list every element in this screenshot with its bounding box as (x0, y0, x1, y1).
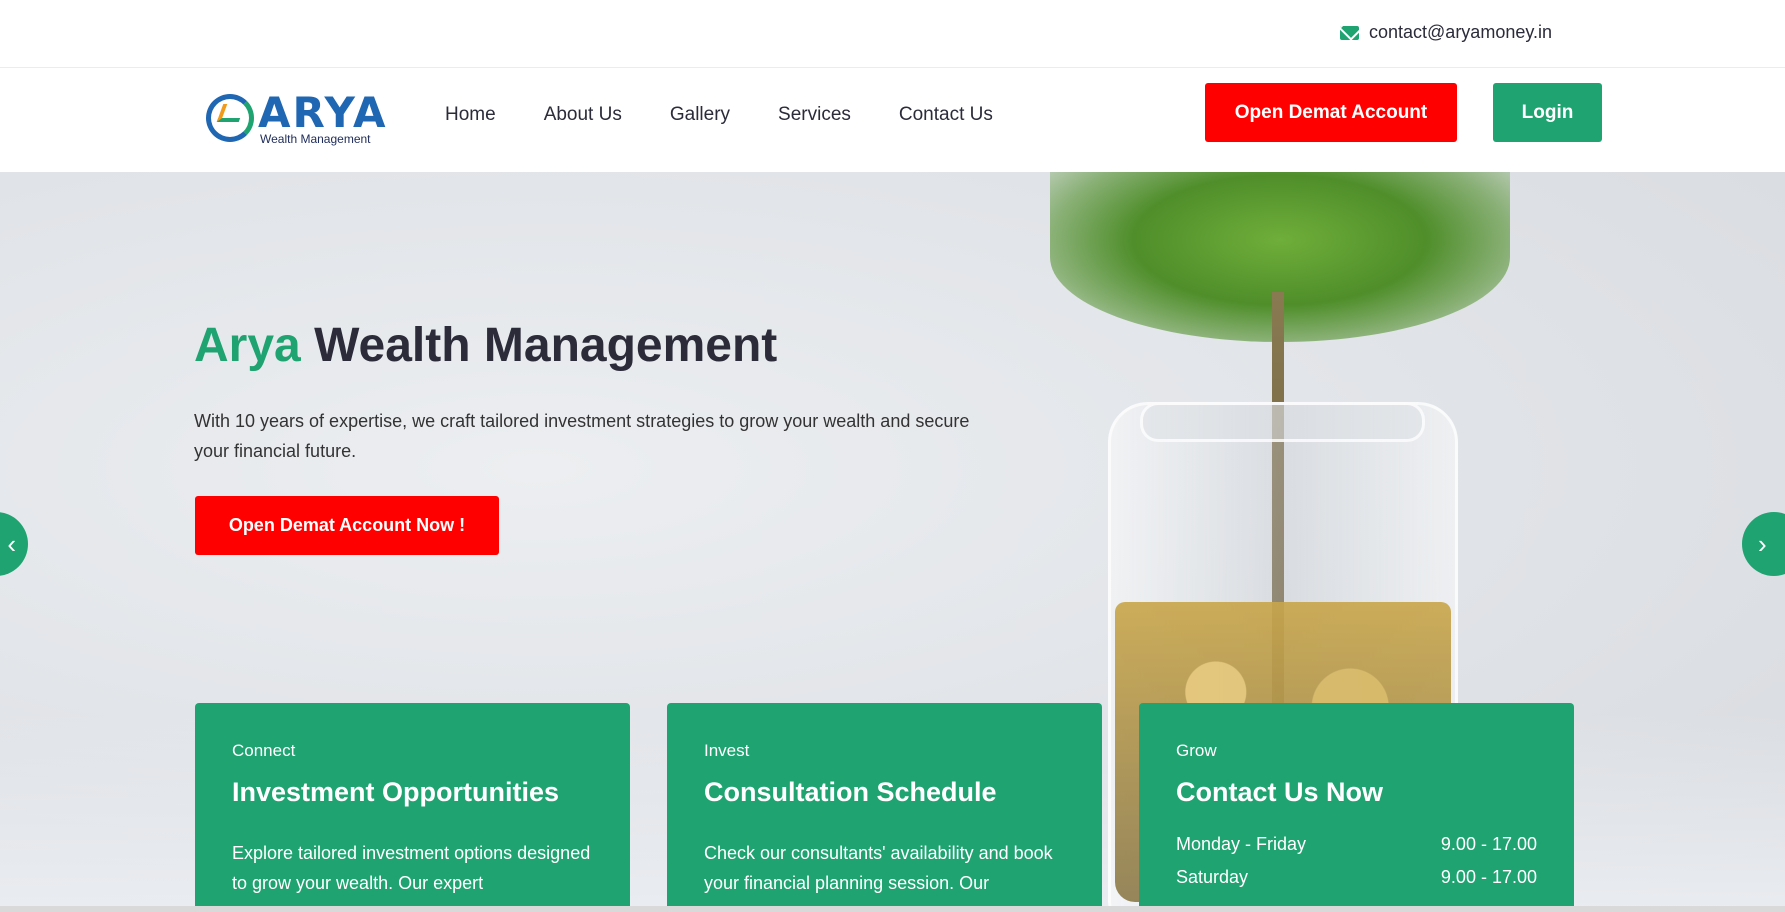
nav-item-about-us[interactable]: About Us (544, 104, 622, 126)
brand-logo[interactable]: ARYA Wealth Management (206, 88, 385, 150)
jar-neck (1140, 402, 1425, 442)
hero-title: Arya Wealth Management (194, 318, 777, 373)
hours-day: Saturday (1176, 867, 1249, 887)
nav-item-contact-us[interactable]: Contact Us (899, 104, 993, 126)
contact-email-text[interactable]: contact@aryamoney.in (1369, 22, 1552, 43)
contact-email[interactable]: contact@aryamoney.in (1340, 22, 1552, 43)
hours-time: 9.00 - 17.00 (1440, 867, 1537, 887)
hero-description: With 10 years of expertise, we craft tai… (194, 411, 970, 461)
main-navbar: ARYA Wealth Management Home About Us Gal… (0, 68, 1785, 172)
logo-subtitle: Wealth Management (260, 132, 371, 146)
card-kicker: Connect (232, 741, 296, 760)
feature-card-grow: Grow Contact Us Now Monday - Friday 9.00… (1139, 703, 1574, 912)
mail-icon (1340, 25, 1359, 40)
open-demat-account-button[interactable]: Open Demat Account (1205, 83, 1457, 142)
slider-next-button[interactable]: › (1742, 512, 1785, 576)
nav-item-gallery[interactable]: Gallery (670, 104, 730, 126)
top-contact-bar: contact@aryamoney.in (0, 0, 1785, 68)
feature-card-invest: Invest Consultation Schedule Check our c… (667, 703, 1102, 912)
hours-row: Saturday 9.00 - 17.00 (1176, 861, 1537, 894)
card-title: Consultation Schedule (704, 777, 997, 807)
hours-time: 9.00 - 17.00 (1440, 834, 1537, 854)
nav-item-home[interactable]: Home (445, 104, 496, 126)
chevron-right-icon: › (1758, 528, 1767, 559)
login-button[interactable]: Login (1493, 83, 1602, 142)
card-text: Check our consultants' availability and … (704, 843, 1053, 893)
hours-day: Monday - Friday (1176, 834, 1307, 854)
chevron-left-icon: ‹ (7, 528, 16, 559)
open-demat-account-now-button[interactable]: Open Demat Account Now ! (195, 496, 499, 555)
card-kicker: Grow (1176, 741, 1217, 760)
card-kicker: Invest (704, 741, 750, 760)
hero-slider: Arya Wealth Management With 10 years of … (0, 172, 1785, 912)
hero-title-rest: Wealth Management (314, 319, 778, 372)
page-bottom-edge (0, 906, 1785, 912)
hours-row: Monday - Friday 9.00 - 17.00 (1176, 828, 1537, 861)
card-title: Contact Us Now (1176, 777, 1384, 807)
feature-card-connect: Connect Investment Opportunities Explore… (195, 703, 630, 912)
card-text: Explore tailored investment options desi… (232, 843, 591, 893)
hero-title-accent: Arya (194, 319, 301, 372)
slider-prev-button[interactable]: ‹ (0, 512, 28, 576)
card-title: Investment Opportunities (232, 777, 560, 807)
nav-item-services[interactable]: Services (778, 104, 851, 126)
logo-wordmark: ARYA (258, 88, 388, 137)
nav-menu: Home About Us Gallery Services Contact U… (445, 104, 1041, 126)
